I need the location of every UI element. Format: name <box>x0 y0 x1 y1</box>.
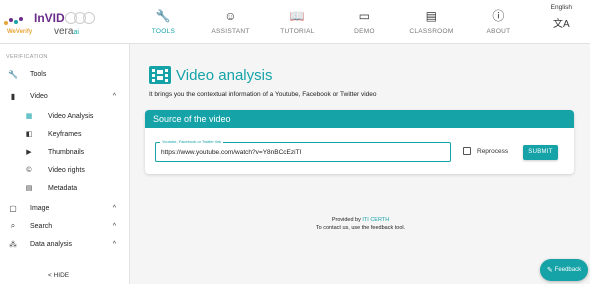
weverify-wordmark: WeVerify <box>7 29 33 35</box>
film-icon: ▮ <box>10 91 16 101</box>
reprocess-label: Reprocess <box>477 147 509 155</box>
page-header: Video analysis <box>149 66 272 84</box>
feedback-icon: ✎ <box>546 267 553 274</box>
video-analysis-icon <box>149 66 171 84</box>
sidebar-item-video-rights[interactable]: © Video rights <box>0 162 130 178</box>
sidebar-item-label: Data analysis <box>30 240 73 248</box>
info-icon: ⓘ <box>492 9 505 23</box>
sidebar-item-video[interactable]: ▮ Video ^ <box>0 88 130 104</box>
sidebar-item-label: Image <box>30 204 50 212</box>
sidebar-item-tools[interactable]: 🔧 Tools <box>0 66 130 82</box>
video-url-value: https://www.youtube.com/watch?v=Y8nBCcEz… <box>161 149 302 156</box>
hide-sidebar-button[interactable]: < HIDE <box>48 272 69 279</box>
sidebar-item-label: Keyframes <box>48 130 82 138</box>
sidebar-item-label: Search <box>30 222 53 230</box>
vera-wordmark: veraai <box>54 26 79 37</box>
search-icon: ⌕ <box>10 221 16 230</box>
weverify-circles-icon <box>64 12 95 24</box>
tab-tools[interactable]: 🔧 TOOLS <box>130 0 197 44</box>
tab-label: ABOUT <box>486 28 511 35</box>
feedback-label: Feedback <box>554 267 582 273</box>
tab-demo[interactable]: ▭ DEMO <box>331 0 398 44</box>
sidebar-item-keyframes[interactable]: ◧ Keyframes <box>0 126 130 142</box>
wrench-icon: 🔧 <box>155 9 172 23</box>
tab-classroom[interactable]: ▤ CLASSROOM <box>398 0 465 44</box>
sidebar-item-label: Video <box>30 92 48 100</box>
source-card: Source of the video Youtube, Facebook or… <box>145 110 574 174</box>
video-icon: ▭ <box>358 9 371 23</box>
data-analysis-icon: ⁂ <box>9 239 17 249</box>
language-selector[interactable]: English 文A <box>551 4 572 30</box>
tab-label: TOOLS <box>151 28 176 35</box>
video-url-input[interactable]: Youtube, Facebook or Twitter link https:… <box>155 139 451 162</box>
chevron-up-icon[interactable]: ^ <box>113 205 116 212</box>
sidebar-item-label: Thumbnails <box>48 148 85 156</box>
tab-label: DEMO <box>354 28 375 35</box>
image-icon: ▢ <box>9 203 17 213</box>
sidebar-item-metadata[interactable]: ▤ Metadata <box>0 180 130 196</box>
submit-button[interactable]: SUBMIT <box>523 145 558 160</box>
top-bar: InVID WeVerify veraai 🔧 TOOLS ☺ ASSISTANT 📖 T… <box>0 0 590 44</box>
tab-label: CLASSROOM <box>409 28 454 35</box>
sidebar-item-label: Metadata <box>48 184 78 192</box>
app-logo[interactable]: InVID WeVerify veraai <box>4 8 95 37</box>
classroom-icon: ▤ <box>425 9 438 23</box>
footer-provided: Provided by <box>331 217 361 223</box>
sidebar-item-label: Video Analysis <box>48 112 94 120</box>
tab-label: TUTORIAL <box>280 28 315 35</box>
sidebar: VERIFICATION 🔧 Tools ▮ Video ^ ▦ Video Analysi… <box>0 44 130 284</box>
invid-wordmark: InVID <box>34 11 65 25</box>
footer-contact: To contact us, use the feedback tool. <box>315 225 406 231</box>
sidebar-item-label: Video rights <box>48 166 85 174</box>
video-analysis-icon: ▦ <box>25 113 33 120</box>
sidebar-item-thumbnails[interactable]: ▶ Thumbnails <box>0 144 130 160</box>
footer: Provided by ITI CERTH To contact us, use… <box>131 216 590 232</box>
translate-icon: 文A <box>553 19 570 30</box>
sidebar-item-video-analysis[interactable]: ▦ Video Analysis <box>0 108 130 124</box>
iti-certh-link[interactable]: ITI CERTH <box>362 217 389 223</box>
checkbox-box <box>463 147 471 155</box>
keyframes-icon: ◧ <box>25 131 33 138</box>
main-content: Video analysis It brings you the context… <box>131 44 590 284</box>
chevron-up-icon[interactable]: ^ <box>113 93 116 100</box>
video-url-label: Youtube, Facebook or Twitter link <box>160 139 223 144</box>
sidebar-item-data-analysis[interactable]: ⁂ Data analysis ^ <box>0 236 130 252</box>
card-title: Source of the video <box>145 110 574 128</box>
tab-about[interactable]: ⓘ ABOUT <box>465 0 532 44</box>
copyright-icon: © <box>26 166 32 174</box>
wrench-icon: 🔧 <box>8 69 18 79</box>
tab-assistant[interactable]: ☺ ASSISTANT <box>197 0 264 44</box>
page-subtitle: It brings you the contextual information… <box>149 91 377 98</box>
chevron-up-icon[interactable]: ^ <box>113 223 116 230</box>
page-title: Video analysis <box>176 66 273 84</box>
book-icon: 📖 <box>289 9 306 23</box>
reprocess-checkbox[interactable]: Reprocess <box>463 147 508 155</box>
sidebar-item-image[interactable]: ▢ Image ^ <box>0 200 130 216</box>
tab-label: ASSISTANT <box>211 28 250 35</box>
sidebar-item-label: Tools <box>30 70 47 78</box>
language-label: English <box>550 4 572 11</box>
sidebar-item-search[interactable]: ⌕ Search ^ <box>0 218 130 234</box>
sidebar-heading: VERIFICATION <box>6 54 48 60</box>
tab-tutorial[interactable]: 📖 TUTORIAL <box>264 0 331 44</box>
invid-logo-mark <box>4 15 26 29</box>
feedback-button[interactable]: ✎ Feedback <box>540 259 588 281</box>
youtube-icon: ▶ <box>26 149 32 156</box>
file-icon: ▤ <box>25 185 33 192</box>
chevron-up-icon[interactable]: ^ <box>113 241 116 248</box>
main-nav-tabs: 🔧 TOOLS ☺ ASSISTANT 📖 TUTORIAL ▭ DEMO ▤ CLASSROOM… <box>130 0 532 44</box>
robot-icon: ☺ <box>224 9 237 23</box>
